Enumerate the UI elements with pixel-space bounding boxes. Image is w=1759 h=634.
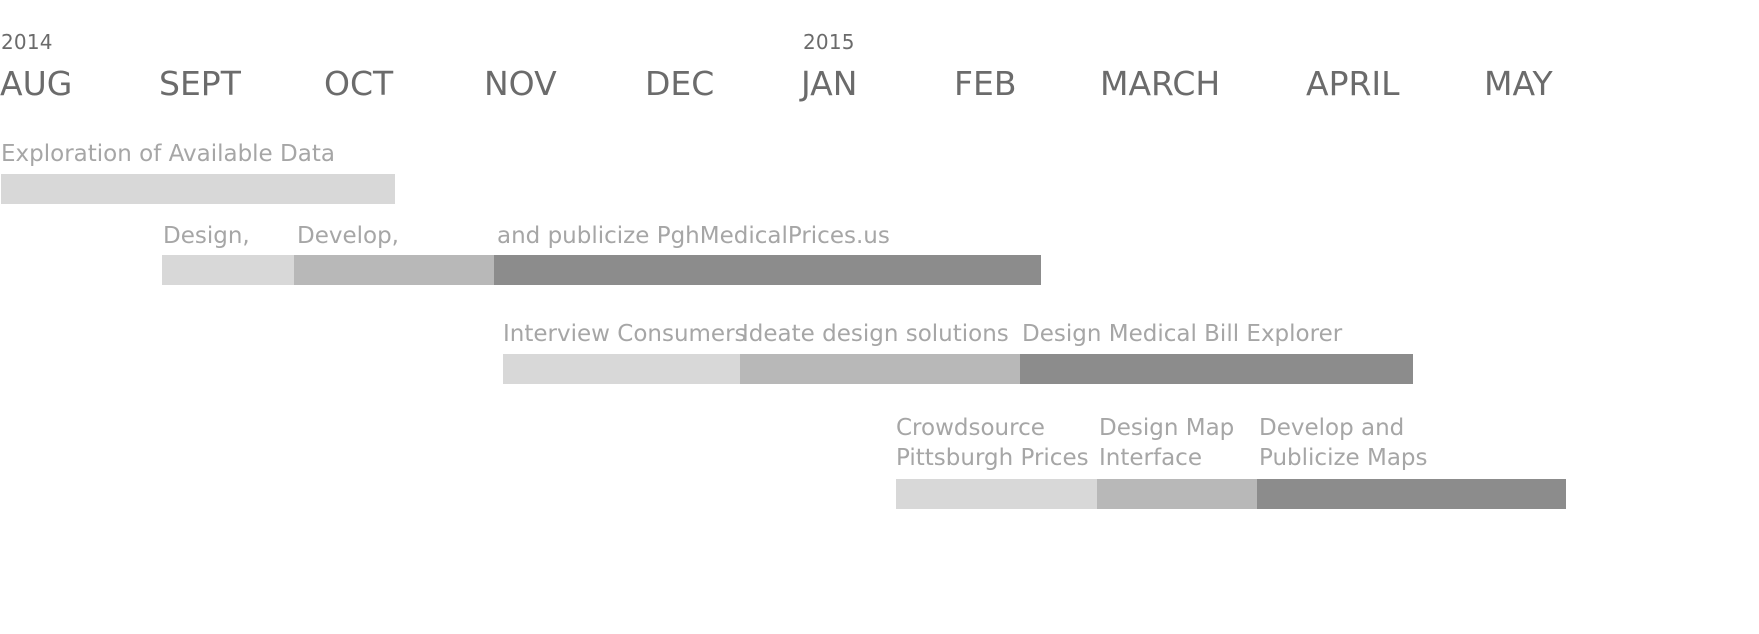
month-label-april: APRIL (1306, 64, 1400, 103)
task-bar (740, 354, 1020, 384)
month-label-oct: OCT (324, 64, 394, 103)
month-label-aug: AUG (0, 64, 73, 103)
task-label: Interview Consumers (503, 319, 747, 349)
task-label: Develop and Publicize Maps (1259, 413, 1428, 473)
task-label-line: Design Map (1099, 415, 1235, 441)
task-label-line: Publicize Maps (1259, 445, 1428, 471)
task-bar (1, 174, 395, 204)
task-label-line: Design, (163, 223, 250, 249)
task-bar (294, 255, 494, 285)
task-label-line: Ideate design solutions (742, 321, 1009, 347)
task-label-line: Interface (1099, 445, 1202, 471)
task-label: Develop, (297, 221, 399, 251)
month-label-sept: SEPT (159, 64, 241, 103)
task-bar (896, 479, 1097, 509)
task-label-line: Crowdsource (896, 415, 1045, 441)
task-label: Ideate design solutions (742, 319, 1009, 349)
task-label: Exploration of Available Data (1, 139, 335, 169)
month-label-dec: DEC (645, 64, 715, 103)
month-label-may: MAY (1484, 64, 1553, 103)
month-label-march: MARCH (1100, 64, 1221, 103)
task-label: and publicize PghMedicalPrices.us (497, 221, 890, 251)
month-label-feb: FEB (954, 64, 1017, 103)
task-bar (1020, 354, 1413, 384)
task-label-line: Develop and (1259, 415, 1405, 441)
task-label-line: Interview Consumers (503, 321, 747, 347)
task-label-line: and publicize PghMedicalPrices.us (497, 223, 890, 249)
task-label-line: Design Medical Bill Explorer (1022, 321, 1343, 347)
task-label: Design, (163, 221, 250, 251)
month-label-nov: NOV (484, 64, 557, 103)
task-bar (162, 255, 294, 285)
task-bar (1097, 479, 1257, 509)
task-label-line: Develop, (297, 223, 399, 249)
task-label: Crowdsource Pittsburgh Prices (896, 413, 1089, 473)
task-bar (503, 354, 740, 384)
task-bar (494, 255, 1041, 285)
task-bar (1257, 479, 1566, 509)
year-label-2015: 2015 (803, 30, 855, 54)
task-label: Design Medical Bill Explorer (1022, 319, 1342, 349)
task-label-line: Exploration of Available Data (1, 141, 335, 167)
month-label-jan: JAN (801, 64, 858, 103)
task-label: Design Map Interface (1099, 413, 1234, 473)
year-label-2014: 2014 (1, 30, 53, 54)
task-label-line: Pittsburgh Prices (896, 445, 1089, 471)
